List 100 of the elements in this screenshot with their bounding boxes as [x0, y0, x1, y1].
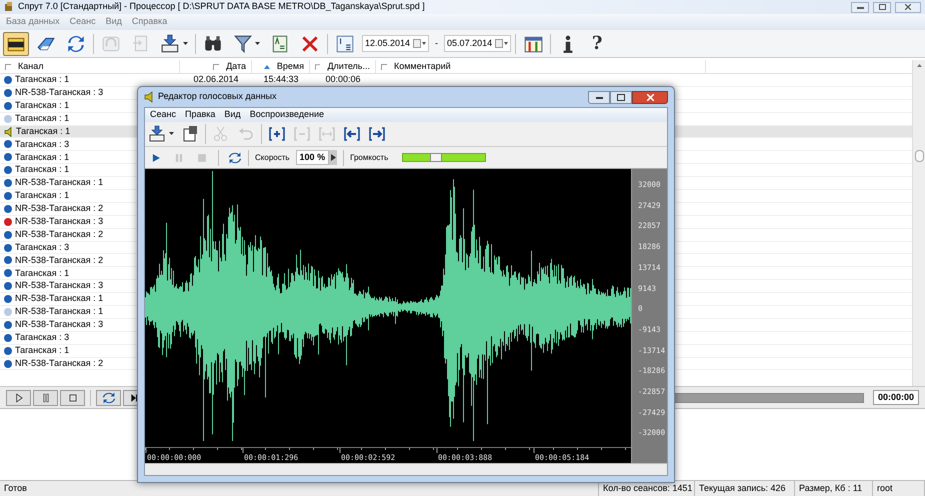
channel-cell-text: NR-538-Таганская : 1 — [15, 176, 104, 190]
toolbar-button[interactable] — [148, 124, 175, 144]
column-header[interactable]: Длитель... — [310, 60, 376, 73]
toolbar-button[interactable] — [367, 124, 387, 144]
channel-cell-text: Таганская : 3 — [15, 331, 70, 344]
bracket-right-arrow-icon — [368, 125, 386, 143]
channel-cell-text: NR-538-Таганская : 3 — [15, 279, 104, 292]
channel-cell-text: NR-538-Таганская : 2 — [15, 254, 104, 267]
bracket-plus-icon — [268, 125, 286, 143]
channel-cell-text: NR-538-Таганская : 2 — [15, 228, 104, 241]
channel-cell-text: Таганская : 1 — [15, 189, 70, 202]
playback-time: 00:00:00 — [872, 390, 919, 405]
maximize-button[interactable] — [873, 2, 891, 12]
maximize-icon — [878, 4, 886, 10]
play-button[interactable] — [6, 390, 31, 406]
speaker-icon — [4, 126, 13, 137]
scrollbar[interactable] — [912, 60, 925, 386]
channel-cell-text: Таганская : 1 — [15, 150, 70, 164]
bracket-minus-icon — [293, 125, 311, 143]
close-icon — [905, 4, 911, 10]
volume-slider[interactable] — [402, 153, 486, 162]
close-icon — [646, 94, 654, 100]
speed-field[interactable]: 100 % — [296, 150, 330, 165]
toolbar-button[interactable]: ? — [585, 32, 610, 56]
editor-title: Редактор голосовых данных — [158, 90, 277, 104]
refresh-icon — [66, 34, 86, 54]
scissors-icon — [212, 125, 230, 143]
channel-cell-text: Таганская : 1 — [15, 98, 70, 112]
numbered-list-icon — [335, 34, 355, 54]
status-text: Размер, Кб : 11 — [795, 481, 873, 496]
funnel-icon — [233, 34, 253, 54]
speed-arrow-button[interactable] — [329, 150, 338, 165]
channel-cell-text: NR-538-Таганская : 3 — [15, 215, 104, 228]
channel-cell-text: Таганская : 3 — [15, 240, 70, 254]
menu-item[interactable]: База данных — [6, 15, 60, 29]
menu-item[interactable]: Вид — [224, 108, 241, 122]
loop-icon — [102, 390, 116, 404]
table-row[interactable]: Таганская : 1 02.06.2014 15:44:33 00:00:06 — [0, 74, 912, 87]
loop-button[interactable] — [228, 150, 242, 166]
menu-item[interactable]: Справка — [132, 15, 168, 29]
column-header[interactable]: Время — [252, 60, 310, 73]
toolbar-button[interactable] — [342, 124, 362, 144]
pause-button[interactable] — [33, 390, 58, 406]
toolbar-button[interactable] — [267, 124, 287, 144]
menu-item[interactable]: Воспроизведение — [250, 108, 324, 122]
menu-item[interactable]: Сеанс — [150, 108, 176, 122]
channel-cell-text: Таганская : 1 — [15, 266, 70, 280]
channel-cell-text: NR-538-Таганская : 2 — [15, 202, 104, 216]
channel-cell-text: NR-538-Таганская : 3 — [15, 318, 104, 332]
column-header[interactable]: Канал — [0, 60, 180, 73]
bracket-left-arrow-icon — [343, 125, 361, 143]
channel-cell-text: NR-538-Таганская : 2 — [15, 356, 104, 370]
channel-cell-text: Таганская : 1 — [15, 112, 70, 125]
scroll-thumb[interactable] — [914, 150, 924, 162]
channel-cell-text: NR-538-Таганская : 1 — [15, 305, 104, 318]
volume-label: Громкость — [350, 152, 388, 164]
maximize-icon — [617, 94, 625, 100]
calendar-dropdown-icon[interactable] — [495, 39, 508, 48]
calendar-dropdown-icon[interactable] — [413, 39, 426, 48]
loop-icon — [228, 150, 242, 164]
binoculars-icon — [203, 34, 223, 54]
menu-item[interactable]: Сеанс — [70, 15, 96, 29]
minimize-button[interactable] — [588, 90, 610, 104]
close-button[interactable] — [632, 90, 668, 104]
column-header[interactable]: Комментарий — [376, 60, 706, 73]
status-text: root — [873, 481, 925, 496]
volume-thumb[interactable] — [430, 153, 442, 162]
undo-icon — [237, 125, 255, 143]
channel-cell-text: Таганская : 3 — [15, 138, 70, 151]
duration-cell: 00:00:06 — [325, 74, 361, 84]
status-text: Текущая запись: 426 — [695, 481, 795, 496]
speed-label: Скорость — [255, 152, 290, 164]
minimize-icon — [596, 96, 602, 98]
close-button[interactable] — [895, 2, 921, 12]
loop-button[interactable] — [96, 390, 121, 406]
maximize-button[interactable] — [610, 90, 632, 104]
playback-progress-track[interactable] — [674, 392, 864, 402]
time-cell: 15:44:33 — [263, 74, 299, 84]
window-title: Спрут 7.0 [Стандартный] - Процессор [ D:\SPRUT DATA BASE METRO\DB_Taganskaya\Sprut.spd ] — [18, 0, 425, 14]
channel-cell-text: NR-538-Таганская : 1 — [15, 292, 104, 306]
menu-item[interactable]: Правка — [184, 108, 216, 122]
menu-item[interactable]: Вид — [106, 15, 122, 29]
date-field[interactable]: 12.05.2014 — [362, 35, 430, 52]
delete-icon — [300, 34, 320, 54]
download-tray-icon — [149, 125, 167, 143]
stop-button[interactable] — [60, 390, 85, 406]
column-header[interactable]: Дата — [180, 60, 252, 73]
date-field[interactable]: 05.07.2014 — [444, 35, 512, 52]
document-gear-icon — [181, 125, 199, 143]
speaker-icon — [144, 91, 154, 103]
minimize-button[interactable] — [851, 2, 869, 12]
app-icon — [4, 2, 14, 12]
channel-cell-text: NR-538-Таганская : 3 — [15, 86, 104, 100]
date-separator: - — [434, 36, 440, 50]
right-triangle-icon — [330, 154, 336, 161]
dictionary-icon — [270, 34, 290, 54]
date-cell: 02.06.2014 — [193, 74, 239, 84]
download-tray-icon — [161, 34, 181, 54]
channel-cell-text: Таганская : 1 — [15, 344, 70, 357]
toolbar-button[interactable] — [3, 32, 29, 56]
